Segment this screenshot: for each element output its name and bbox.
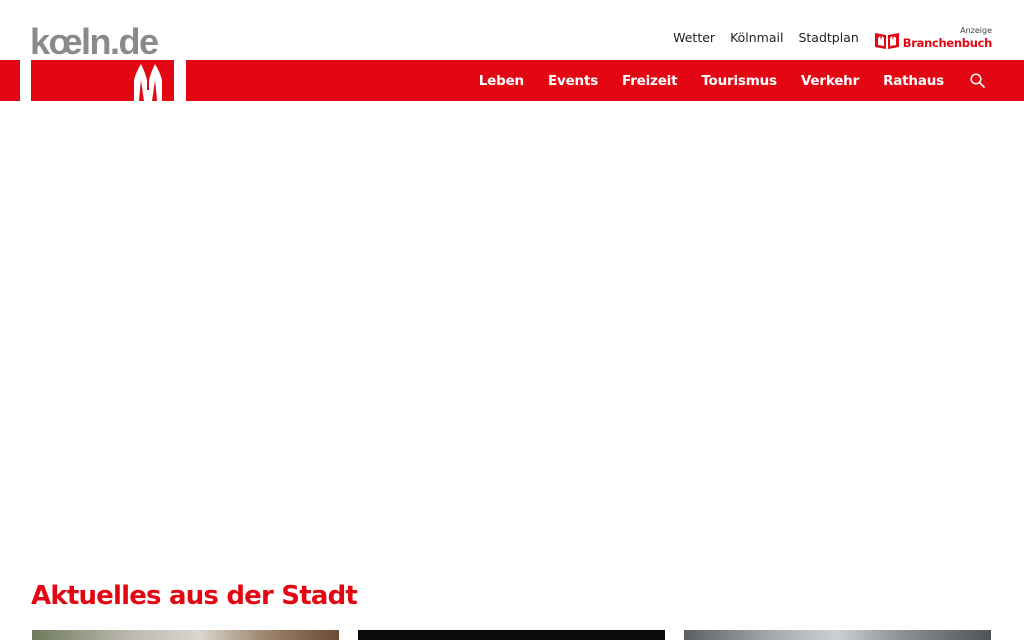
utility-link-stadtplan[interactable]: Stadtplan (798, 26, 858, 50)
branchenbuch-label: Branchenbuch (902, 36, 993, 50)
main-nav: Leben Events Freizeit Tourismus Verkehr … (479, 60, 986, 101)
utility-link-wetter[interactable]: Wetter (673, 26, 715, 50)
nav-item-verkehr[interactable]: Verkehr (801, 73, 859, 89)
utility-link-koelnmail[interactable]: Kölnmail (730, 26, 783, 50)
nav-item-freizeit[interactable]: Freizeit (622, 73, 677, 89)
book-icon (874, 33, 899, 49)
news-cards (32, 630, 992, 640)
nav-item-tourismus[interactable]: Tourismus (701, 73, 777, 89)
news-card-image[interactable] (32, 630, 339, 640)
utility-nav: Wetter Kölnmail Stadtplan Anzeige Branch… (673, 26, 992, 50)
branchenbuch-link[interactable]: Anzeige Branchenbuch (874, 26, 992, 50)
search-icon (969, 73, 985, 88)
hero-area (0, 101, 1024, 571)
site-logo[interactable]: kœln.de (30, 22, 159, 62)
news-card-image[interactable] (684, 630, 991, 640)
news-card-image[interactable] (358, 630, 665, 640)
nav-item-events[interactable]: Events (548, 73, 598, 89)
top-header: kœln.de Wetter Kölnmail Stadtplan Anzeig… (0, 0, 1024, 62)
anzeige-label: Anzeige (960, 26, 992, 35)
cathedral-icon (134, 64, 162, 101)
search-button[interactable] (968, 72, 986, 90)
logo-mark-box (20, 60, 186, 101)
nav-item-rathaus[interactable]: Rathaus (883, 73, 944, 89)
nav-item-leben[interactable]: Leben (479, 73, 524, 89)
section-title: Aktuelles aus der Stadt (31, 581, 358, 611)
